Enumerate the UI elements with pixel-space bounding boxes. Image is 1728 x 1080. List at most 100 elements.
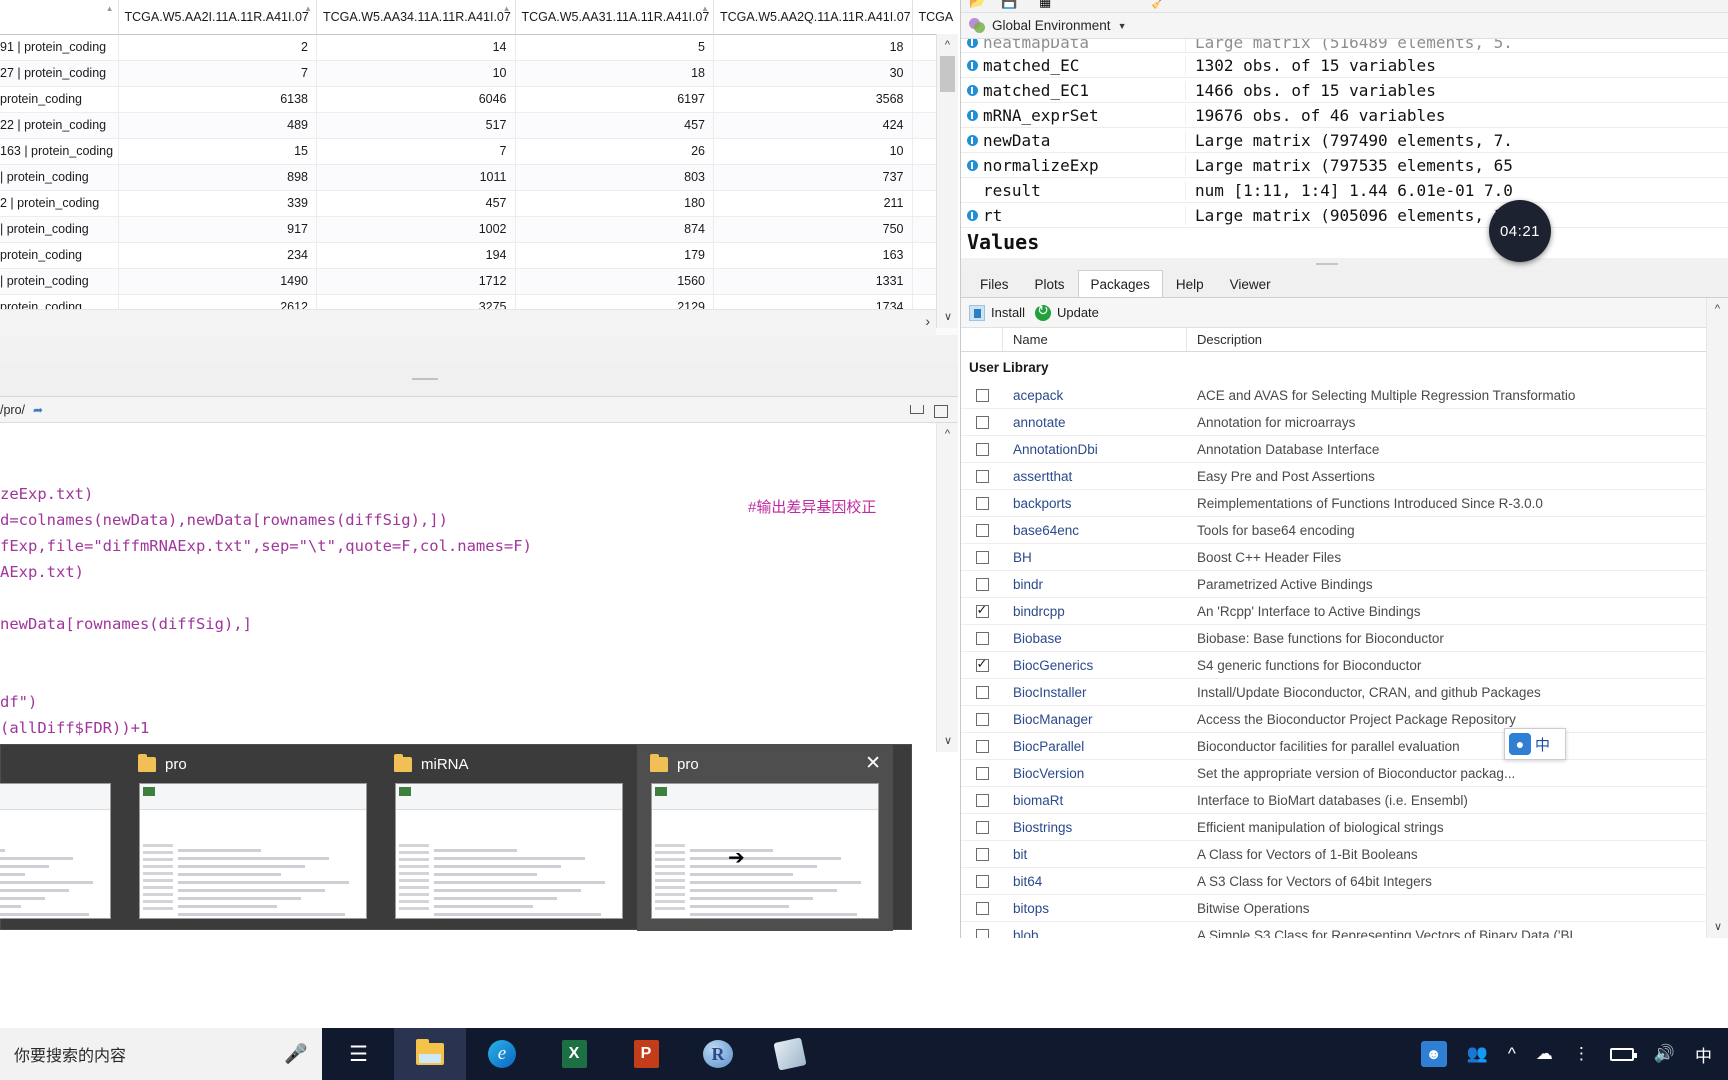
package-checkbox-cell[interactable] xyxy=(961,442,1003,456)
package-name-link[interactable]: bit64 xyxy=(1003,874,1187,889)
expand-object-icon[interactable] xyxy=(961,39,983,52)
chevron-up-icon[interactable]: ^ xyxy=(937,423,958,445)
column-header-0[interactable]: TCGA.W5.AA2I.11A.11R.A41I.07 ▲ xyxy=(117,0,317,35)
table-row[interactable]: | protein_coding 898 1011 803 737 xyxy=(0,164,958,191)
environment-object-row[interactable]: matched_EC 1302 obs. of 15 variables xyxy=(961,53,1728,78)
expand-object-icon[interactable] xyxy=(961,156,983,175)
package-loaded-checkbox[interactable] xyxy=(975,577,989,591)
edge-button[interactable]: e xyxy=(466,1028,538,1080)
environment-object-list[interactable]: heatmapData Large matrix (516489 elements… xyxy=(961,39,1728,228)
taskbar-thumbnail[interactable]: ✕ pro xyxy=(637,745,893,931)
battery-icon[interactable] xyxy=(1609,1047,1637,1061)
minimize-icon[interactable] xyxy=(910,405,924,414)
packages-action-bar[interactable]: Install Update xyxy=(961,298,1728,328)
taskbar-thumbnail[interactable]: miRNA xyxy=(381,745,637,931)
package-name-link[interactable]: BiocGenerics xyxy=(1003,658,1187,673)
package-name-link[interactable]: base64enc xyxy=(1003,523,1187,538)
windows-taskbar[interactable]: 你要搜索的内容 🎤 ☰ e X P R ☻ 👥 ^ ☁ ⋮ 🔊 中 xyxy=(0,1028,1728,1080)
close-icon[interactable]: ✕ xyxy=(865,754,881,773)
environment-object-row[interactable]: normalizeExp Large matrix (797535 element… xyxy=(961,153,1728,178)
data-viewer-horizontal-scrollbar[interactable]: › xyxy=(0,309,936,335)
package-row[interactable]: bindr Parametrized Active Bindings xyxy=(961,571,1728,598)
chevron-right-icon[interactable]: › xyxy=(925,313,930,329)
package-loaded-checkbox[interactable] xyxy=(975,415,989,429)
package-row[interactable]: AnnotationDbi Annotation Database Interfa… xyxy=(961,436,1728,463)
environment-object-row[interactable]: newData Large matrix (797490 elements, 7. xyxy=(961,128,1728,153)
file-explorer-button[interactable] xyxy=(394,1028,466,1080)
package-loaded-checkbox[interactable] xyxy=(975,847,989,861)
microphone-icon[interactable]: 🎤 xyxy=(284,1042,308,1066)
ime-mode-label[interactable]: 中 xyxy=(1535,734,1550,755)
package-loaded-checkbox[interactable] xyxy=(975,550,989,564)
column-header-2[interactable]: TCGA.W5.AA31.11A.11R.A41I.07 ▲ xyxy=(514,0,714,35)
package-row[interactable]: Biobase Biobase: Base functions for Bioco… xyxy=(961,625,1728,652)
import-dataset-icon[interactable]: ▦ xyxy=(1039,0,1051,10)
scrollbar-thumb[interactable] xyxy=(940,56,955,92)
expand-object-icon[interactable] xyxy=(961,131,983,150)
package-row[interactable]: BiocInstaller Install/Update Bioconductor… xyxy=(961,679,1728,706)
excel-button[interactable]: X xyxy=(538,1028,610,1080)
package-row[interactable]: bit A Class for Vectors of 1-Bit Booleans xyxy=(961,841,1728,868)
search-input[interactable]: 你要搜索的内容 xyxy=(14,1042,126,1066)
package-name-link[interactable]: AnnotationDbi xyxy=(1003,442,1187,457)
package-checkbox-cell[interactable] xyxy=(961,388,1003,402)
package-row[interactable]: biomaRt Interface to BioMart databases (i… xyxy=(961,787,1728,814)
code-text-area[interactable]: zeExp.txt) d=colnames(newData),newData[ro… xyxy=(0,423,958,752)
expand-object-icon[interactable] xyxy=(961,81,983,100)
tab-plots[interactable]: Plots xyxy=(1022,270,1078,297)
packages-vertical-scrollbar[interactable]: ^ ∨ xyxy=(1706,298,1728,938)
package-checkbox-cell[interactable] xyxy=(961,712,1003,726)
package-row[interactable]: BiocManager Access the Bioconductor Proje… xyxy=(961,706,1728,733)
package-row[interactable]: BH Boost C++ Header Files xyxy=(961,544,1728,571)
package-checkbox-cell[interactable] xyxy=(961,631,1003,645)
packages-tab-bar[interactable]: Files Plots Packages Help Viewer xyxy=(961,270,1728,298)
package-loaded-checkbox[interactable] xyxy=(975,469,989,483)
package-row[interactable]: backports Reimplementations of Functions … xyxy=(961,490,1728,517)
chevron-up-icon[interactable]: ^ xyxy=(1707,298,1728,320)
environment-object-row[interactable]: result num [1:11, 1:4] 1.44 6.01e-01 7.0 xyxy=(961,178,1728,203)
package-checkbox-cell[interactable] xyxy=(961,847,1003,861)
tab-help[interactable]: Help xyxy=(1163,270,1217,297)
package-row[interactable]: blob A Simple S3 Class for Representing V… xyxy=(961,922,1728,938)
package-checkbox-cell[interactable] xyxy=(961,766,1003,780)
package-row[interactable]: bitops Bitwise Operations xyxy=(961,895,1728,922)
table-row[interactable]: protein_coding 234 194 179 163 xyxy=(0,242,958,269)
source-editor-pane[interactable]: /pro/ ➦ zeExp.txt) d=colnames(newData),ne… xyxy=(0,396,958,752)
package-name-link[interactable]: BH xyxy=(1003,550,1187,565)
package-name-link[interactable]: bindr xyxy=(1003,577,1187,592)
package-loaded-checkbox[interactable] xyxy=(975,901,989,915)
package-checkbox-cell[interactable] xyxy=(961,550,1003,564)
taskbar-thumbnail-flyout[interactable]: pro pro miRNA ✕ pro xyxy=(0,744,912,931)
expand-object-icon[interactable] xyxy=(961,106,983,125)
environment-toolbar[interactable]: 📂 💾 ▦ 🧹 xyxy=(961,0,1728,13)
cloud-icon[interactable]: ☁ xyxy=(1536,1044,1553,1064)
package-checkbox-cell[interactable] xyxy=(961,469,1003,483)
package-row[interactable]: BiocParallel Bioconductor facilities for … xyxy=(961,733,1728,760)
data-table[interactable]: ▲ TCGA.W5.AA2I.11A.11R.A41I.07 ▲ TCGA.W5.… xyxy=(0,0,958,347)
meet-now-icon[interactable]: 👥 xyxy=(1467,1044,1488,1064)
package-name-link[interactable]: bitops xyxy=(1003,901,1187,916)
package-loaded-checkbox[interactable] xyxy=(975,631,989,645)
tab-files[interactable]: Files xyxy=(967,270,1022,297)
wifi-icon[interactable]: ⋮ xyxy=(1573,1044,1590,1064)
pane-splitter[interactable] xyxy=(0,362,958,396)
package-checkbox-cell[interactable] xyxy=(961,577,1003,591)
package-name-link[interactable]: bindrcpp xyxy=(1003,604,1187,619)
expand-object-icon[interactable] xyxy=(961,206,983,225)
table-row[interactable]: | protein_coding 917 1002 874 750 xyxy=(0,216,958,243)
package-checkbox-cell[interactable] xyxy=(961,901,1003,915)
people-icon[interactable]: ☻ xyxy=(1420,1041,1447,1067)
package-checkbox-cell[interactable] xyxy=(961,523,1003,537)
task-view-button[interactable]: ☰ xyxy=(322,1028,394,1080)
package-loaded-checkbox[interactable] xyxy=(975,656,989,672)
packages-list[interactable]: acepack ACE and AVAS for Selecting Multip… xyxy=(961,382,1728,938)
update-button[interactable]: Update xyxy=(1034,302,1109,321)
environment-object-row[interactable]: matched_EC1 1466 obs. of 15 variables xyxy=(961,78,1728,103)
environment-object-row[interactable]: heatmapData Large matrix (516489 elements… xyxy=(961,39,1728,53)
package-loaded-checkbox[interactable] xyxy=(975,766,989,780)
column-header-name[interactable]: Name xyxy=(1003,328,1187,351)
penguin-icon[interactable]: ● xyxy=(1509,733,1531,755)
packages-pane[interactable]: FilesPlotsPackagesHelpViewer Install Upd… xyxy=(960,258,1728,938)
table-row[interactable]: 163 | protein_coding 15 7 26 10 xyxy=(0,138,958,165)
package-checkbox-cell[interactable] xyxy=(961,496,1003,510)
